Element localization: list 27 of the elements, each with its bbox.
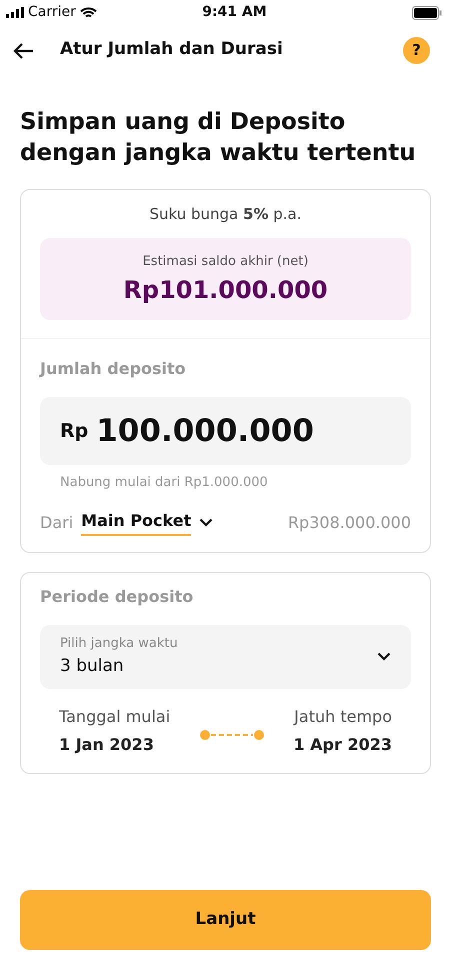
- chevron-down-icon: [377, 652, 391, 662]
- clock-time: 9:41 AM: [202, 3, 267, 22]
- continue-button[interactable]: Lanjut: [20, 890, 431, 950]
- help-button[interactable]: ?: [403, 36, 430, 64]
- page-title: Atur Jumlah dan Durasi: [60, 38, 283, 62]
- maturity-label: Jatuh tempo: [294, 706, 392, 728]
- section-label: Periode deposito: [40, 587, 194, 606]
- carrier-name: Carrier: [28, 3, 76, 22]
- estimate-value: Rp101.000.000: [123, 276, 328, 304]
- timeline-drawing: [198, 729, 265, 742]
- start-date: 1 Jan 2023: [59, 734, 154, 756]
- hint-text: Nabung mulai dari Rp1.000.000: [60, 475, 268, 490]
- chevron-down-icon[interactable]: [199, 518, 214, 528]
- amount-field[interactable]: Rp 100.000.000: [40, 397, 411, 466]
- section-label: Jumlah deposito: [40, 359, 186, 378]
- start-label: Tanggal mulai: [59, 706, 170, 728]
- source-prefix: Dari: [40, 512, 74, 534]
- pocket-selector[interactable]: Main Pocket: [81, 509, 192, 536]
- maturity-date: 1 Apr 2023: [293, 734, 392, 756]
- signal-icon: [6, 7, 24, 18]
- pocket-balance: Rp308.000.000: [288, 512, 411, 534]
- interest-rate: Suku bunga 5% p.a.: [149, 205, 302, 224]
- duration-select[interactable]: Pilih jangka waktu 3 bulan: [40, 625, 411, 690]
- wifi-icon: [80, 6, 97, 18]
- headline: Simpan uang di Deposito dengan jangka waktu tertentu: [19, 108, 417, 168]
- estimate-label: Estimasi saldo akhir (net): [142, 254, 308, 270]
- battery-icon: [412, 6, 442, 20]
